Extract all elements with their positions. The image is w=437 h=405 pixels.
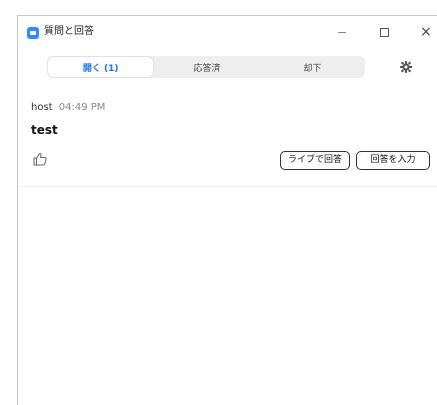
like-button[interactable] — [32, 151, 48, 167]
question-time: 04:49 PM — [58, 102, 106, 113]
minimize-button[interactable] — [330, 22, 354, 42]
question-item: host 04:49 PM test ライブで回答 回答を入力 — [18, 93, 437, 187]
question-meta: host 04:49 PM — [31, 102, 105, 113]
qa-window: 質問と回答 × 開く (1) 応答済 却下 host 04:49 PM test… — [17, 15, 437, 405]
tab-open[interactable]: 開く (1) — [48, 57, 154, 77]
minimize-icon — [338, 31, 346, 33]
gear-icon — [400, 61, 412, 73]
qa-tabs: 開く (1) 応答済 却下 — [47, 56, 365, 78]
zoom-app-icon — [27, 27, 39, 39]
thumbs-up-icon — [33, 152, 47, 166]
type-answer-button[interactable]: 回答を入力 — [356, 151, 430, 170]
title-bar[interactable]: 質問と回答 × — [18, 16, 437, 48]
question-author: host — [31, 102, 53, 113]
tab-answered[interactable]: 応答済 — [154, 56, 259, 78]
tab-dismissed[interactable]: 却下 — [260, 56, 365, 78]
settings-button[interactable] — [398, 59, 414, 75]
answer-live-button[interactable]: ライブで回答 — [280, 151, 350, 170]
close-icon: × — [420, 24, 432, 40]
close-button[interactable]: × — [414, 22, 437, 42]
window-title: 質問と回答 — [44, 26, 94, 37]
maximize-button[interactable] — [372, 22, 396, 42]
question-text: test — [31, 123, 58, 137]
maximize-icon — [379, 27, 389, 37]
